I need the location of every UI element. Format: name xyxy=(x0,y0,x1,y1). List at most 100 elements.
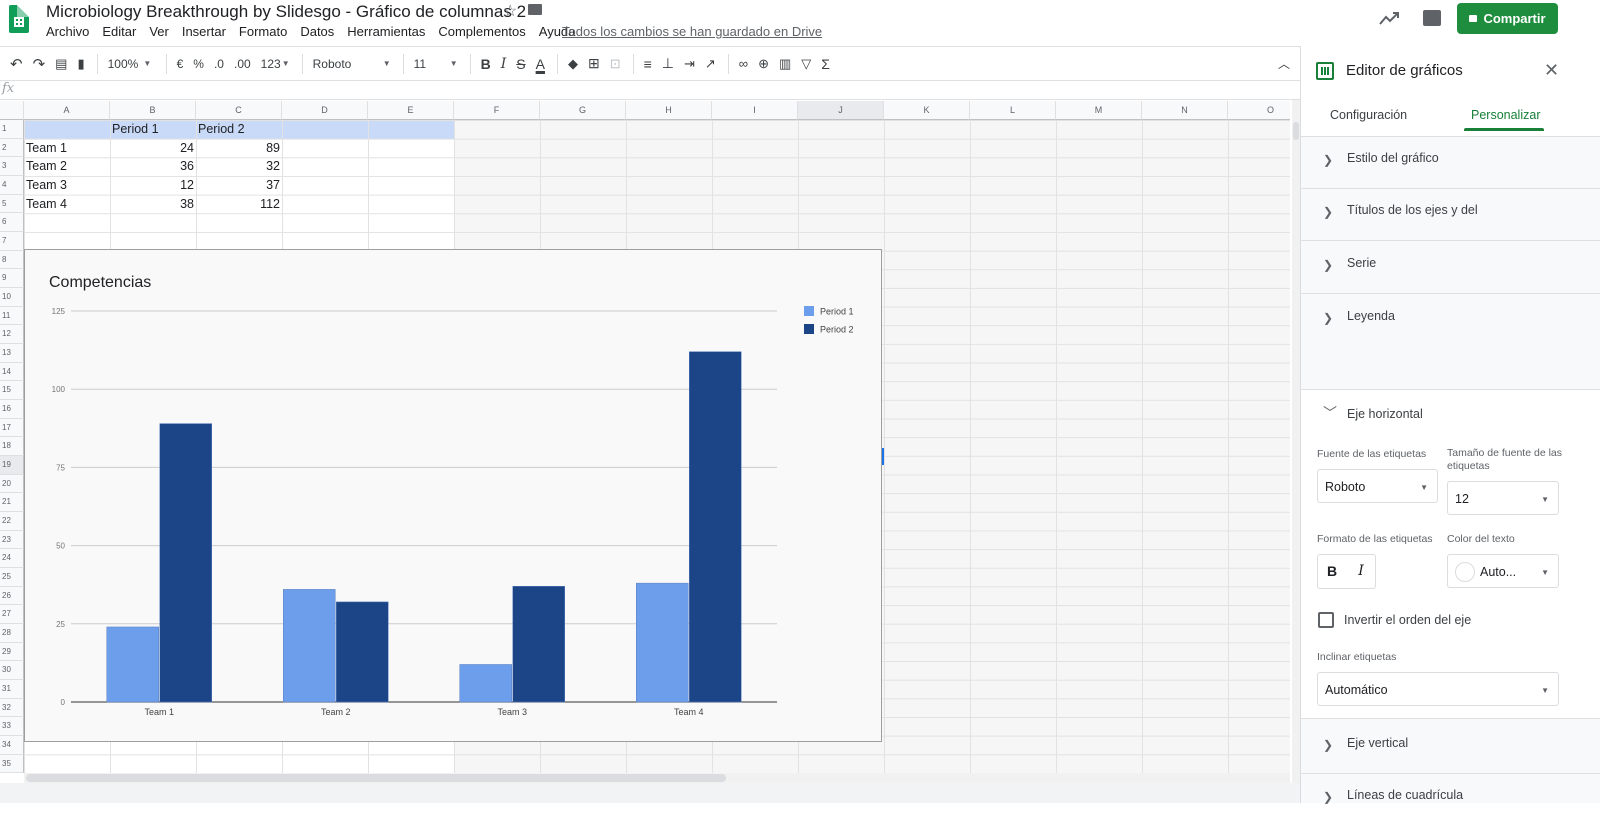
fill-color-icon[interactable]: ◆ xyxy=(564,50,582,78)
zoom-select[interactable]: 100% ▼ xyxy=(104,50,158,78)
horizontal-align-icon[interactable]: ≡ xyxy=(640,50,656,78)
column-header[interactable]: B xyxy=(110,101,196,120)
close-icon[interactable]: ✕ xyxy=(1544,60,1559,81)
currency-format-button[interactable]: € xyxy=(173,50,188,78)
row-header[interactable]: 16 xyxy=(0,400,24,419)
column-header[interactable]: E xyxy=(368,101,454,120)
team-cell[interactable]: Team 4 xyxy=(24,195,110,214)
paint-format-icon[interactable]: ▮ xyxy=(73,50,88,78)
merge-cells-icon[interactable]: ⊡ xyxy=(606,50,625,78)
print-icon[interactable]: ▤ xyxy=(51,50,71,78)
save-status-link[interactable]: Todos los cambios se han guardado en Dri… xyxy=(562,24,822,39)
select-all-corner[interactable] xyxy=(0,101,24,120)
functions-icon[interactable]: Σ xyxy=(817,50,834,78)
section-serie[interactable]: ❯ Serie xyxy=(1301,242,1600,294)
text-color-select[interactable]: Auto... ▼ xyxy=(1447,554,1559,588)
row-header[interactable]: 21 xyxy=(0,493,24,513)
column-header[interactable]: M xyxy=(1056,101,1142,120)
document-title[interactable]: Microbiology Breakthrough by Slidesgo - … xyxy=(46,2,526,22)
row-header[interactable]: 27 xyxy=(0,605,24,625)
label-size-select[interactable]: 12 ▼ xyxy=(1447,481,1559,515)
filter-icon[interactable]: ▽ xyxy=(797,50,815,78)
row-header[interactable]: 11 xyxy=(0,306,24,326)
row-header[interactable]: 8 xyxy=(0,250,24,270)
insert-chart-icon[interactable]: ▥ xyxy=(775,50,795,78)
column-header[interactable]: K xyxy=(884,101,970,120)
column-header[interactable]: I xyxy=(712,101,798,120)
folder-icon[interactable] xyxy=(528,4,542,15)
section-estilo[interactable]: ❯ Estilo del gráfico xyxy=(1301,137,1600,189)
value-cell[interactable]: 24 xyxy=(110,139,196,158)
row-header[interactable]: 35 xyxy=(0,754,24,773)
menu-archivo[interactable]: Archivo xyxy=(46,24,89,39)
star-icon[interactable]: ☆ xyxy=(503,1,517,21)
more-formats-select[interactable]: 123 ▼ xyxy=(257,50,294,78)
bold-icon[interactable]: B xyxy=(477,50,495,78)
value-cell[interactable]: 12 xyxy=(110,176,196,195)
menu-complementos[interactable]: Complementos xyxy=(438,24,525,39)
scrollbar-thumb[interactable] xyxy=(26,774,726,782)
row-header[interactable]: 30 xyxy=(0,661,24,681)
row-header[interactable]: 22 xyxy=(0,512,24,531)
row-header[interactable]: 12 xyxy=(0,325,24,345)
undo-icon[interactable]: ↶ xyxy=(6,50,27,78)
row-header[interactable]: 15 xyxy=(0,381,24,401)
slant-labels-select[interactable]: Automático ▼ xyxy=(1317,672,1559,706)
column-header[interactable]: N xyxy=(1142,101,1228,120)
text-color-icon[interactable]: A xyxy=(532,50,549,78)
menu-datos[interactable]: Datos xyxy=(300,24,334,39)
team-cell[interactable]: Team 3 xyxy=(24,176,110,195)
menu-insertar[interactable]: Insertar xyxy=(182,24,226,39)
sheets-logo-icon[interactable] xyxy=(9,5,29,33)
value-cell[interactable]: 89 xyxy=(196,139,282,158)
row-header[interactable]: 29 xyxy=(0,642,24,662)
row-header[interactable]: 28 xyxy=(0,624,24,643)
row-header[interactable]: 1 xyxy=(0,120,24,139)
strikethrough-icon[interactable]: S xyxy=(512,50,529,78)
row-header[interactable]: 23 xyxy=(0,530,24,550)
collapse-menus-icon[interactable]: ︿ xyxy=(1274,50,1294,78)
expanded-section-title[interactable]: Eje horizontal xyxy=(1347,407,1423,421)
row-header[interactable]: 32 xyxy=(0,698,24,718)
comments-icon[interactable] xyxy=(1423,10,1441,26)
row-header[interactable]: 7 xyxy=(0,232,24,251)
header-cell[interactable]: Period 2 xyxy=(196,120,282,139)
row-header[interactable]: 26 xyxy=(0,586,24,606)
italic-icon[interactable]: I xyxy=(497,50,511,78)
link-icon[interactable]: ∞ xyxy=(735,50,752,78)
section-titulos[interactable]: ❯ Títulos de los ejes y del xyxy=(1301,189,1600,241)
row-header[interactable]: 10 xyxy=(0,288,24,307)
redo-icon[interactable]: ↷ xyxy=(29,50,50,78)
activity-trend-icon[interactable] xyxy=(1378,10,1400,26)
section-leyenda[interactable]: ❯ Leyenda xyxy=(1301,295,1600,347)
reverse-axis-checkbox[interactable] xyxy=(1318,612,1334,628)
share-button[interactable]: Compartir xyxy=(1457,3,1558,34)
italic-button[interactable]: I xyxy=(1347,555,1375,588)
header-cell[interactable]: Period 1 xyxy=(110,120,196,139)
row-header[interactable]: 19 xyxy=(0,456,24,475)
column-header[interactable]: J xyxy=(798,101,884,120)
menu-editar[interactable]: Editar xyxy=(102,24,136,39)
value-cell[interactable]: 37 xyxy=(196,176,282,195)
column-header[interactable]: L xyxy=(970,101,1056,120)
chevron-down-icon[interactable]: ﹀ xyxy=(1323,403,1337,423)
section-eje-vertical[interactable]: ❯ Eje vertical xyxy=(1301,722,1600,774)
decrease-decimals-button[interactable]: .0 xyxy=(210,50,228,78)
menu-herramientas[interactable]: Herramientas xyxy=(347,24,425,39)
bold-button[interactable]: B xyxy=(1318,555,1346,588)
vertical-scrollbar[interactable] xyxy=(1292,100,1300,783)
section-lineas[interactable]: ❯ Líneas de cuadrícula xyxy=(1301,774,1600,826)
column-header[interactable]: G xyxy=(540,101,626,120)
horizontal-scrollbar[interactable] xyxy=(24,773,1290,783)
row-header[interactable]: 9 xyxy=(0,269,24,289)
team-cell[interactable]: Team 2 xyxy=(24,157,110,176)
borders-icon[interactable]: ⊞ xyxy=(584,50,604,78)
tab-configuracion[interactable]: Configuración xyxy=(1330,108,1407,122)
label-font-select[interactable]: Roboto ▼ xyxy=(1317,469,1438,503)
column-header[interactable]: O xyxy=(1228,101,1290,120)
row-header[interactable]: 31 xyxy=(0,680,24,699)
row-header[interactable]: 18 xyxy=(0,437,24,457)
column-header[interactable]: D xyxy=(282,101,368,120)
text-wrap-icon[interactable]: ⇥ xyxy=(680,50,699,78)
tab-personalizar[interactable]: Personalizar xyxy=(1471,108,1540,122)
